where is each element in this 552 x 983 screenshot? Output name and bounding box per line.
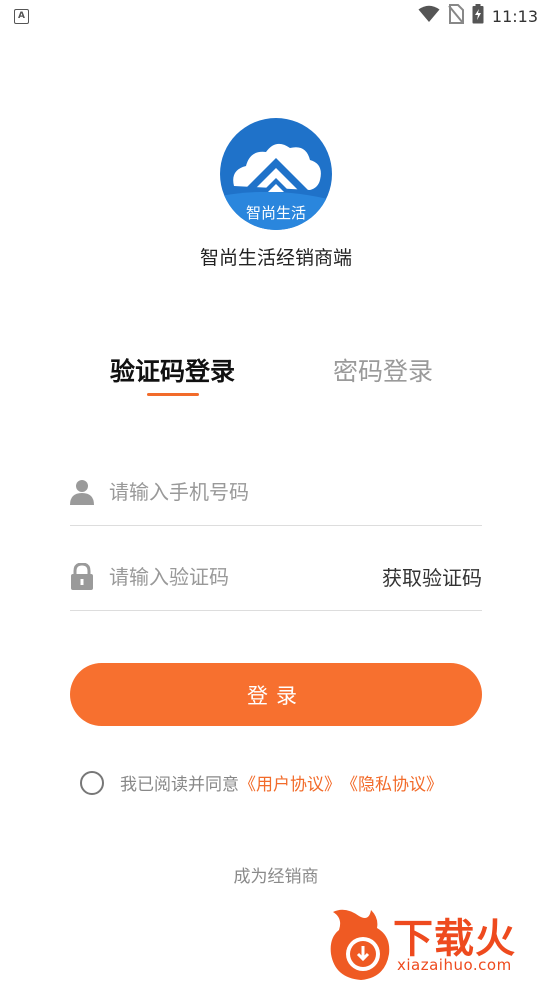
status-time: 11:13 (491, 6, 538, 26)
login-button[interactable]: 登录 (70, 663, 482, 726)
phone-input[interactable] (109, 479, 482, 504)
code-input[interactable] (109, 564, 382, 589)
agreement-prefix: 我已阅读并同意 (120, 775, 239, 795)
logo-text: 智尚生活 (245, 204, 306, 222)
watermark: 下载火 xiazaihuo.com (325, 906, 550, 983)
status-bar-right: 11:13 (418, 4, 538, 28)
phone-field-row (70, 458, 482, 526)
watermark-url: xiazaihuo.com (397, 956, 512, 974)
tab-password-login[interactable]: 密码登录 (333, 352, 433, 388)
app-name: 智尚生活经销商端 (199, 247, 352, 269)
wifi-icon (418, 5, 440, 27)
status-bar: A 11:13 (0, 0, 552, 32)
tab-sms-login[interactable]: 验证码登录 (110, 352, 235, 388)
code-field-row: 获取验证码 (70, 543, 482, 611)
get-code-button[interactable]: 获取验证码 (382, 562, 482, 591)
user-icon (70, 478, 94, 506)
agreement-row: 我已阅读并同意 《用户协议》 《隐私协议》 (80, 770, 443, 795)
flame-download-icon (330, 909, 390, 980)
battery-charging-icon (472, 4, 484, 28)
status-bar-left: A (14, 8, 29, 24)
notification-badge: A (14, 8, 29, 24)
become-dealer-link[interactable]: 成为经销商 (0, 862, 552, 887)
privacy-policy-link[interactable]: 《隐私协议》 (341, 770, 443, 795)
agree-checkbox[interactable] (80, 770, 104, 795)
user-agreement-link[interactable]: 《用户协议》 (239, 770, 341, 795)
no-sim-icon (448, 4, 464, 28)
lock-icon (70, 562, 94, 591)
active-tab-indicator (147, 393, 199, 396)
app-logo: 智尚生活 (220, 118, 332, 230)
